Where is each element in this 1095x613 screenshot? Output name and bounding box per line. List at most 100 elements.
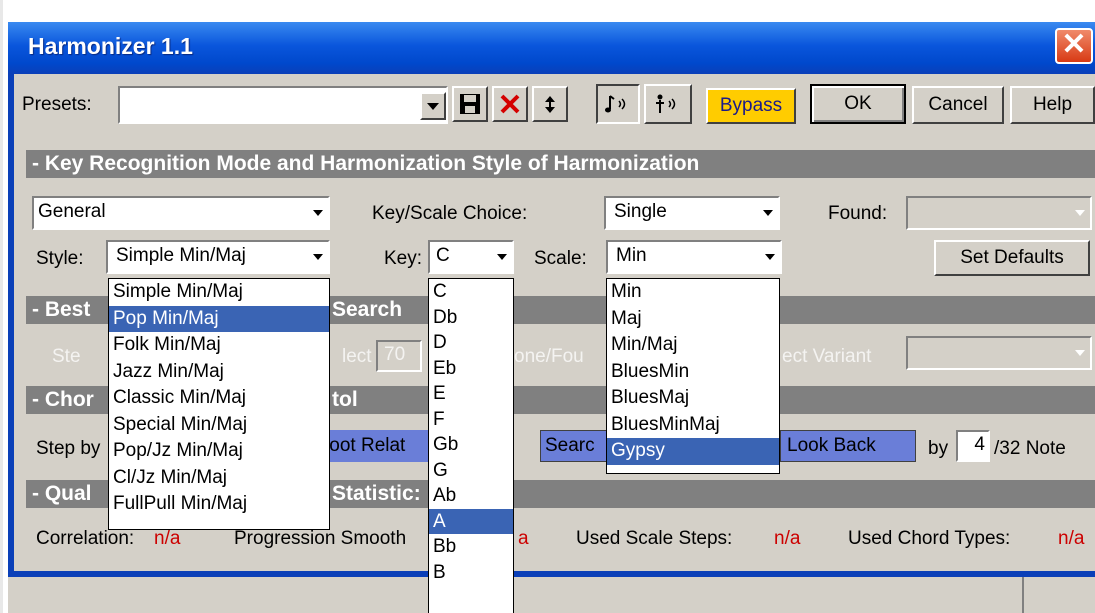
- style-label: Style:: [36, 248, 84, 269]
- delete-preset-button[interactable]: [492, 86, 528, 122]
- style-option[interactable]: FullPull Min/Maj: [109, 491, 329, 518]
- bottom-panel: [8, 577, 1095, 613]
- note-audition-button[interactable]: [596, 84, 640, 124]
- chevron-down-icon: [758, 198, 778, 228]
- key-option[interactable]: Bb: [429, 534, 513, 560]
- best-ghost-step: Ste: [52, 346, 81, 367]
- style-option[interactable]: Jazz Min/Maj: [109, 359, 329, 386]
- quality-header-right: Statistic:: [332, 482, 421, 505]
- key-option[interactable]: C: [429, 279, 513, 305]
- key-scale-choice-select[interactable]: Single: [604, 196, 780, 230]
- bypass-button[interactable]: Bypass: [706, 88, 796, 124]
- key-option[interactable]: Gb: [429, 432, 513, 458]
- style-option[interactable]: Classic Min/Maj: [109, 385, 329, 412]
- foot-relation-option[interactable]: foot Relat: [320, 430, 430, 462]
- correlation-label: Correlation:: [36, 528, 135, 549]
- key-option[interactable]: Eb: [429, 356, 513, 382]
- bottom-divider: [1022, 577, 1024, 613]
- chevron-down-icon: [492, 242, 512, 272]
- key-value: C: [436, 245, 450, 266]
- chord-header-left: - Chor: [32, 388, 94, 411]
- style-option[interactable]: Folk Min/Maj: [109, 332, 329, 359]
- refresh-button[interactable]: [532, 86, 568, 122]
- best-ghost-field[interactable]: 70: [376, 340, 422, 372]
- save-preset-button[interactable]: [452, 86, 488, 122]
- set-defaults-button[interactable]: Set Defaults: [934, 240, 1090, 276]
- best-ghost-value: 70: [384, 344, 406, 365]
- help-button[interactable]: Help: [1010, 86, 1095, 124]
- best-ghost-tone: one/Fou: [514, 346, 584, 367]
- best-ghost-select: lect: [342, 346, 372, 367]
- help-label: Help: [1032, 94, 1073, 115]
- key-scale-choice-value: Single: [614, 201, 667, 222]
- scale-select[interactable]: Min: [606, 240, 782, 274]
- window-title: Harmonizer 1.1: [28, 33, 193, 59]
- note-suffix: /32 Note: [994, 438, 1066, 459]
- ok-button[interactable]: OK: [810, 84, 906, 124]
- person-speaker-icon: [656, 94, 676, 113]
- quality-header-left: - Qual: [32, 482, 92, 505]
- used-scale-steps-label: Used Scale Steps:: [576, 528, 733, 549]
- chevron-down-icon: [1070, 198, 1090, 228]
- key-option[interactable]: Db: [429, 305, 513, 331]
- scale-option[interactable]: BluesMaj: [607, 385, 779, 412]
- ok-label: OK: [844, 93, 872, 114]
- scale-option[interactable]: BluesMinMaj: [607, 412, 779, 439]
- note-value-field[interactable]: 4: [956, 430, 990, 462]
- chord-header-right: tol: [332, 388, 358, 411]
- save-icon: [460, 94, 480, 114]
- scale-option[interactable]: Min/Maj: [607, 332, 779, 359]
- key-select[interactable]: C: [428, 240, 514, 274]
- note-value: 4: [974, 434, 985, 455]
- style-option[interactable]: Pop Min/Maj: [109, 305, 329, 332]
- scale-option[interactable]: BluesMin: [607, 359, 779, 386]
- scale-label: Scale:: [534, 248, 587, 269]
- chevron-down-icon: [760, 242, 780, 272]
- presets-combobox[interactable]: [118, 86, 448, 124]
- used-chord-types-value: n/a: [1058, 528, 1085, 549]
- presets-dropdown-button[interactable]: [420, 92, 446, 120]
- close-icon[interactable]: ✕: [1055, 28, 1093, 64]
- key-option[interactable]: G: [429, 458, 513, 484]
- mode-value: General: [38, 201, 106, 222]
- correlation-value: n/a: [154, 528, 181, 549]
- key-recognition-header: - Key Recognition Mode and Harmonization…: [26, 150, 1095, 178]
- mode-select[interactable]: General: [32, 196, 330, 230]
- refresh-icon: [545, 96, 555, 113]
- set-defaults-label: Set Defaults: [960, 247, 1064, 268]
- key-label: Key:: [384, 248, 423, 269]
- style-option[interactable]: Special Min/Maj: [109, 412, 329, 439]
- found-label: Found:: [828, 203, 888, 224]
- key-option[interactable]: A: [429, 508, 513, 534]
- found-select[interactable]: [906, 196, 1092, 230]
- key-option[interactable]: Ab: [429, 483, 513, 509]
- style-option[interactable]: Simple Min/Maj: [109, 279, 329, 306]
- used-scale-steps-value: n/a: [774, 528, 801, 549]
- key-option[interactable]: E: [429, 381, 513, 407]
- style-select[interactable]: Simple Min/Maj: [106, 240, 330, 274]
- presets-label: Presets:: [22, 94, 92, 115]
- best-variant-select[interactable]: [906, 336, 1092, 370]
- style-option[interactable]: Pop/Jz Min/Maj: [109, 438, 329, 465]
- note-speaker-icon: [605, 95, 626, 113]
- chevron-down-icon: [427, 102, 439, 110]
- look-back-option[interactable]: Look Back: [780, 430, 916, 462]
- style-value: Simple Min/Maj: [116, 245, 246, 266]
- cancel-button[interactable]: Cancel: [912, 86, 1004, 124]
- scale-option[interactable]: Min: [607, 279, 779, 306]
- scale-option[interactable]: Maj: [607, 306, 779, 333]
- progression-smooth-value: a: [518, 528, 529, 549]
- key-scale-choice-label: Key/Scale Choice:: [372, 203, 528, 224]
- key-option[interactable]: F: [429, 407, 513, 433]
- scale-value: Min: [616, 245, 647, 266]
- key-dropdown-list: C Db D Eb E F Gb G Ab A Bb B: [428, 278, 514, 613]
- style-option[interactable]: Cl/Jz Min/Maj: [109, 465, 329, 492]
- search-option[interactable]: Searc: [540, 430, 610, 462]
- by-label: by: [928, 438, 949, 459]
- key-option[interactable]: D: [429, 330, 513, 356]
- scale-dropdown-list: Min Maj Min/Maj BluesMin BluesMaj BluesMinMaj…: [606, 278, 780, 474]
- key-option[interactable]: B: [429, 560, 513, 586]
- voice-audition-button[interactable]: [644, 84, 692, 124]
- left-edge-line: [0, 0, 3, 613]
- scale-option[interactable]: Gypsy: [607, 438, 779, 465]
